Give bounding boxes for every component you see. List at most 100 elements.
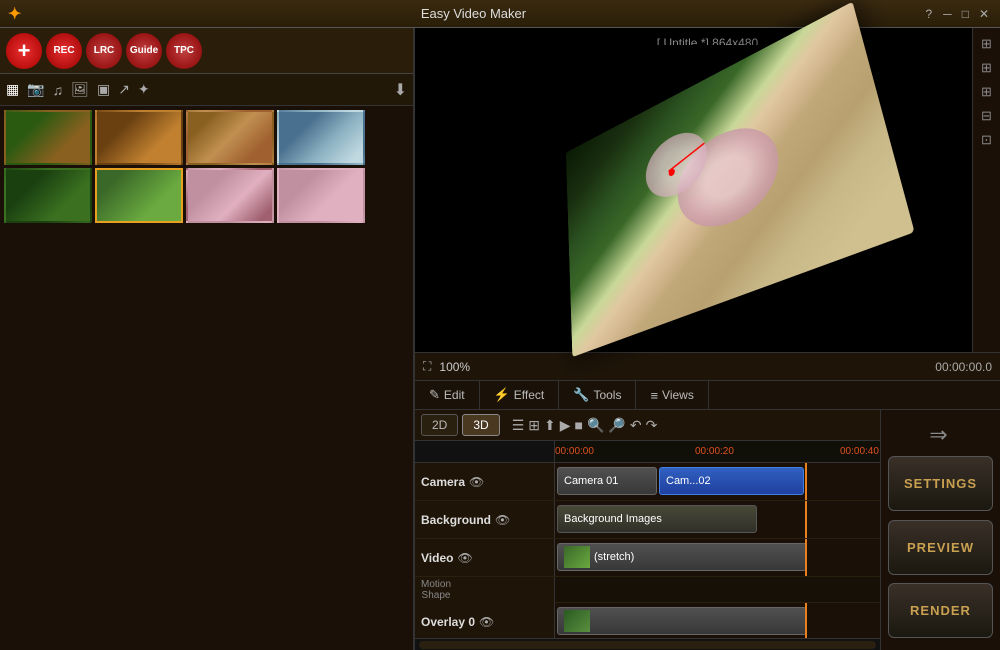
timeline-ruler[interactable]: 00:00:00 00:00:20 00:00:40 00:01:00 (555, 441, 880, 462)
tab-tools[interactable]: 🔧 Tools (559, 381, 636, 409)
video-visibility-icon[interactable]: 👁 (457, 551, 472, 565)
time-mark-0: 00:00:00 (555, 446, 594, 457)
guide-button[interactable]: Guide (126, 33, 162, 69)
thumbnail-3[interactable] (186, 110, 274, 165)
background-clip[interactable]: Background Images (557, 505, 757, 533)
3d-button[interactable]: 3D (462, 414, 499, 436)
tpc-button[interactable]: TPC (166, 33, 202, 69)
tab-edit[interactable]: ✎ Edit (415, 381, 480, 409)
timeline-wrapper: 2D 3D ☰ ⊞ ⬆ ▶ ■ 🔍 🔎 ↶ ↷ (415, 410, 880, 650)
thumbnail-1[interactable] (4, 110, 92, 165)
time-mark-40: 00:00:40 (840, 446, 879, 457)
tl-add-icon[interactable]: ⊞ (528, 417, 540, 434)
zoom-out-icon[interactable]: ⛶ (423, 359, 431, 374)
tl-undo-icon[interactable]: ↶ (630, 417, 642, 434)
timeline-scrollbar[interactable] (415, 638, 880, 650)
add-button[interactable]: + (6, 33, 42, 69)
time-mark-20: 00:00:20 (695, 446, 734, 457)
rec-button[interactable]: REC (46, 33, 82, 69)
background-label-text: Background (421, 513, 491, 527)
maximize-button[interactable]: □ (959, 7, 972, 21)
zoom-value: 100% (439, 360, 470, 374)
timecode: 00:00:00.0 (935, 360, 992, 374)
timeline-header: 00:00:00 00:00:20 00:00:40 00:01:00 (415, 441, 880, 463)
background-track[interactable]: Background Images (555, 501, 880, 538)
overlay0-track[interactable] (555, 603, 880, 638)
background-visibility-icon[interactable]: 👁 (495, 513, 510, 527)
layout3-icon[interactable]: ⊞ (981, 84, 992, 100)
video-row: Video 👁 (stretch) (415, 539, 880, 577)
timeline-controls: ☰ ⊞ ⬆ ▶ ■ 🔍 🔎 ↶ ↷ (512, 417, 658, 434)
status-bar: ⛶ 100% 00:00:00.0 (415, 352, 1000, 380)
tl-up-icon[interactable]: ⬆ (544, 417, 556, 434)
camera-label-text: Camera (421, 475, 465, 489)
download-icon[interactable]: ⬇ (394, 80, 407, 100)
tl-stop-icon[interactable]: ■ (575, 417, 583, 433)
motion-shape-track-1[interactable] (555, 577, 880, 602)
tl-play-icon[interactable]: ▶ (560, 417, 571, 434)
overlay0-visibility-icon[interactable]: 👁 (479, 615, 494, 629)
playhead[interactable] (805, 463, 807, 500)
video-label-text: Video (421, 551, 453, 565)
camera-track[interactable]: Camera 01 Cam...02 (555, 463, 880, 500)
minimize-button[interactable]: ─ (940, 7, 955, 21)
tl-zoom-in-icon[interactable]: 🔎 (608, 417, 625, 434)
layout4-icon[interactable]: ⊟ (981, 108, 992, 124)
tl-zoom-out-icon[interactable]: 🔍 (587, 417, 604, 434)
export-icon[interactable]: ↗ (118, 81, 130, 98)
thumbnail-5[interactable] (4, 168, 92, 223)
2d-button[interactable]: 2D (421, 414, 458, 436)
motion-shape-label-text-1: MotionShape (421, 579, 451, 601)
image2-icon[interactable]: ▣ (97, 81, 110, 98)
motion-shape-row-1: MotionShape (415, 577, 880, 603)
thumbnail-4[interactable] (277, 110, 365, 165)
image-icon[interactable]: 🖼 (71, 81, 89, 98)
camera-icon[interactable]: 📷 (27, 81, 44, 98)
render-button[interactable]: Render (888, 583, 993, 638)
video-icon[interactable]: ▦ (6, 81, 19, 98)
app-logo: ✦ (8, 4, 21, 24)
layout2-icon[interactable]: ⊞ (981, 60, 992, 76)
tab-views-label: Views (662, 388, 694, 402)
video-clip[interactable]: (stretch) (557, 543, 807, 571)
layout5-icon[interactable]: ⊡ (981, 132, 992, 148)
tab-effect[interactable]: ⚡ Effect (480, 381, 560, 409)
thumbnail-6[interactable] (95, 168, 183, 223)
video-thumb (564, 546, 590, 568)
help-icon[interactable]: ? (925, 7, 932, 21)
preview-image (565, 2, 914, 357)
tl-redo-icon[interactable]: ↷ (646, 417, 658, 434)
tab-views[interactable]: ≡ Views (636, 381, 708, 409)
lrc-button[interactable]: LRC (86, 33, 122, 69)
settings-button[interactable]: Settings (888, 456, 993, 511)
video-clip-label: (stretch) (594, 551, 634, 563)
camera-clip-1[interactable]: Camera 01 (557, 467, 657, 495)
views-icon: ≡ (650, 388, 658, 403)
effect-icon: ⚡ (494, 387, 510, 403)
thumbnails-grid (0, 106, 413, 650)
tl-list-icon[interactable]: ☰ (512, 417, 525, 434)
right-sidebar: ⇒ Settings Preview Render (880, 410, 1000, 650)
thumbnail-2[interactable] (95, 110, 183, 165)
tab-edit-label: Edit (444, 388, 465, 402)
thumbnail-7[interactable] (186, 168, 274, 223)
thumbnail-8[interactable] (277, 168, 365, 223)
camera-clip-2[interactable]: Cam...02 (659, 467, 804, 495)
plugin-icon[interactable]: ✦ (138, 81, 150, 98)
overlay0-label-text: Overlay 0 (421, 615, 475, 629)
preview-canvas (463, 45, 953, 335)
overlay0-clip[interactable] (557, 607, 807, 635)
preview-button[interactable]: Preview (888, 520, 993, 575)
scroll-bar[interactable] (419, 641, 876, 649)
camera-visibility-icon[interactable]: 👁 (469, 475, 484, 489)
video-label: Video 👁 (415, 539, 555, 576)
close-button[interactable]: ✕ (976, 7, 992, 21)
overlay0-row: Overlay 0 👁 (415, 603, 880, 638)
main-layout: + REC LRC Guide TPC ▦ 📷 ♫ 🖼 ▣ ↗ ✦ ⬇ (0, 28, 1000, 650)
app-title: Easy Video Maker (21, 6, 925, 21)
playhead-bg (805, 501, 807, 538)
layout1-icon[interactable]: ⊞ (981, 36, 992, 52)
edit-icon: ✎ (429, 387, 440, 403)
video-track[interactable]: (stretch) (555, 539, 880, 576)
music-icon[interactable]: ♫ (53, 82, 64, 98)
